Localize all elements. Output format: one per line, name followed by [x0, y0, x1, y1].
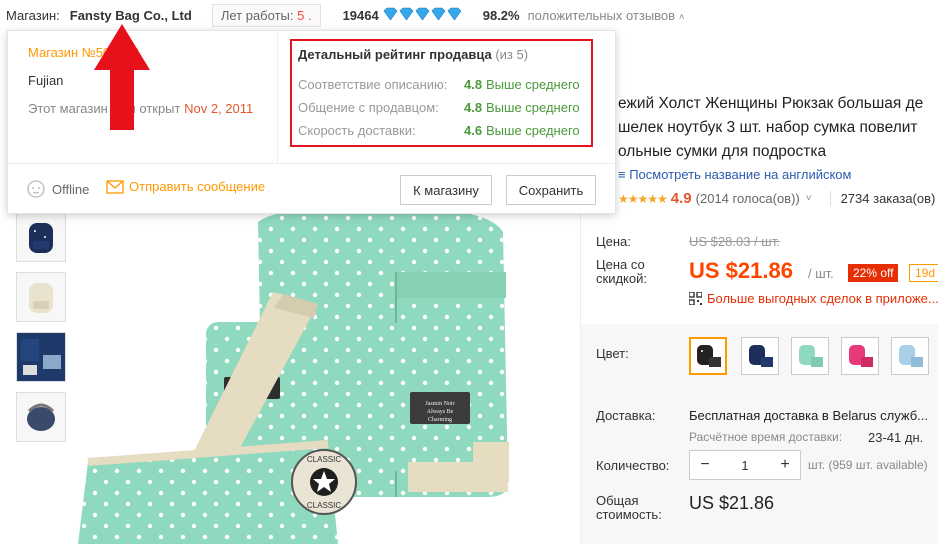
annotation-arrow-icon [92, 24, 152, 132]
color-swatch-pink[interactable] [841, 337, 879, 375]
years-value: 5 . [297, 7, 312, 23]
chevron-down-icon[interactable]: ˅ [806, 193, 812, 204]
app-deals-text: Больше выгодных сделок в приложе... [707, 291, 938, 306]
svg-text:Charming: Charming [428, 417, 452, 423]
years-badge: Лет работы: 5 . [211, 3, 321, 27]
per-unit: / шт. [808, 266, 834, 281]
thumbnail-navy[interactable] [16, 212, 66, 262]
plus-icon[interactable]: + [770, 456, 800, 474]
store-name-link[interactable]: Fansty Bag Co., Ltd [70, 8, 192, 23]
eta-label: Расчётное время доставки: [689, 430, 843, 444]
thumbnail-detail[interactable] [16, 392, 66, 442]
diamond-icon [383, 7, 462, 24]
product-main-image[interactable]: Jasmin Noir Always Be Charming CLASSIC C… [78, 206, 578, 544]
color-label: Цвет: [596, 346, 629, 361]
feedback-toggle[interactable]: положительных отзывов ˄ [528, 8, 685, 23]
popup-divider [8, 163, 615, 164]
rating-row: Соответствие описанию: 4.8 Выше среднего [298, 77, 588, 92]
rating-row: Общение с продавцом: 4.8 Выше среднего [298, 100, 588, 115]
product-rating: ★★★★★ 4.9 (2014 голоса(ов)) ˅ 2734 заказ… [618, 190, 935, 207]
translate-icon: ≡ [618, 167, 630, 182]
quantity-stepper: − 1 + [689, 450, 801, 480]
discount-price-label: Цена со скидкой: [596, 257, 647, 286]
rating-row-label: Общение с продавцом: [298, 100, 439, 115]
rating-row-value: 4.8 [464, 100, 483, 115]
days-left-badge: 19d [909, 264, 938, 282]
feedback-text: положительных отзывов [527, 7, 676, 23]
rating-row-desc: Выше среднего [486, 100, 580, 115]
rating-row-value: 4.6 [464, 123, 483, 138]
detailed-seller-rating: Детальный рейтинг продавца (из 5) Соотве… [290, 39, 593, 147]
rating-row-label: Скорость доставки: [298, 123, 416, 138]
thumbnail-list [16, 212, 66, 452]
offline-face-icon [26, 179, 46, 199]
delivery-label: Доставка: [596, 408, 656, 423]
seller-status: Offline [26, 179, 89, 199]
svg-text:CLASSIC: CLASSIC [307, 501, 341, 510]
translate-link[interactable]: ≡ Посмотреть название на английском [618, 167, 851, 182]
rating-value: 4.9 [670, 190, 692, 207]
chevron-up-icon: ˄ [678, 11, 685, 23]
svg-text:Jasmin Noir: Jasmin Noir [425, 401, 454, 407]
rating-row-desc: Выше среднего [486, 123, 580, 138]
translate-link-text: Посмотреть название на английском [629, 167, 852, 182]
total-price: US $21.86 [689, 493, 775, 513]
rating-row-value: 4.8 [464, 77, 483, 92]
store-province: Fujian [28, 73, 64, 88]
svg-text:CLASSIC: CLASSIC [307, 455, 341, 464]
price-area: Цена: US $28.03 / шт. Цена со скидкой: U… [581, 214, 938, 322]
color-swatch-mint[interactable] [791, 337, 829, 375]
go-to-store-button[interactable]: К магазину [400, 175, 492, 205]
quantity-available: шт. (959 шт. available) [808, 458, 928, 472]
rating-title: Детальный рейтинг продавца [298, 47, 492, 62]
product-title: ежий Холст Женщины Рюкзак большая де шел… [618, 95, 924, 160]
rating-row: Скорость доставки: 4.6 Выше среднего [298, 123, 588, 138]
eta-value: 23-41 дн. [868, 430, 924, 445]
qr-code-icon [688, 291, 703, 306]
thumbnail-beige[interactable] [16, 272, 66, 322]
years-label: Лет работы: [220, 7, 294, 23]
product-info-panel: Цена: US $28.03 / шт. Цена со скидкой: U… [580, 214, 938, 544]
quantity-label: Количество: [596, 458, 670, 473]
store-opened-date: Nov 2, 2011 [184, 101, 254, 116]
envelope-icon [106, 179, 124, 194]
color-swatch-black[interactable] [689, 337, 727, 375]
thumbnail-set[interactable] [16, 332, 66, 382]
rating-row-desc: Выше среднего [486, 77, 580, 92]
discount-badge: 22% off [848, 264, 899, 282]
price-label: Цена: [596, 234, 631, 249]
send-message-link[interactable]: Отправить сообщение [106, 179, 265, 194]
color-swatch-navy[interactable] [741, 337, 779, 375]
rating-scale: (из 5) [495, 47, 529, 62]
total-label: Общая стоимость: [596, 493, 662, 522]
quantity-input[interactable]: 1 [720, 458, 770, 473]
rating-votes[interactable]: (2014 голоса(ов)) [696, 191, 800, 206]
orders-count: 2734 заказа(ов) [829, 191, 935, 206]
rating-row-label: Соответствие описанию: [298, 77, 448, 92]
color-swatch-light-blue[interactable] [891, 337, 929, 375]
save-store-button[interactable]: Сохранить [506, 175, 596, 205]
star-icon: ★★★★★ [618, 191, 668, 206]
app-deals-link[interactable]: Больше выгодных сделок в приложе... [688, 291, 938, 306]
rating-heading: Детальный рейтинг продавца (из 5) [298, 47, 528, 62]
send-message-text: Отправить сообщение [129, 179, 266, 194]
old-price: US $28.03 / шт. [689, 234, 780, 249]
seller-score: 19464 [342, 7, 379, 23]
minus-icon[interactable]: − [690, 456, 720, 474]
svg-text:Always Be: Always Be [427, 409, 454, 415]
discount-price: US $21.86 [689, 258, 793, 283]
options-area: Цвет: Доставка: Бесплатная доставка в Be… [581, 324, 938, 544]
feedback-percent: 98.2% [482, 7, 520, 23]
delivery-option[interactable]: Бесплатная доставка в Belarus служб... [689, 408, 928, 423]
seller-status-text: Offline [52, 181, 90, 197]
store-label: Магазин: [6, 7, 60, 23]
